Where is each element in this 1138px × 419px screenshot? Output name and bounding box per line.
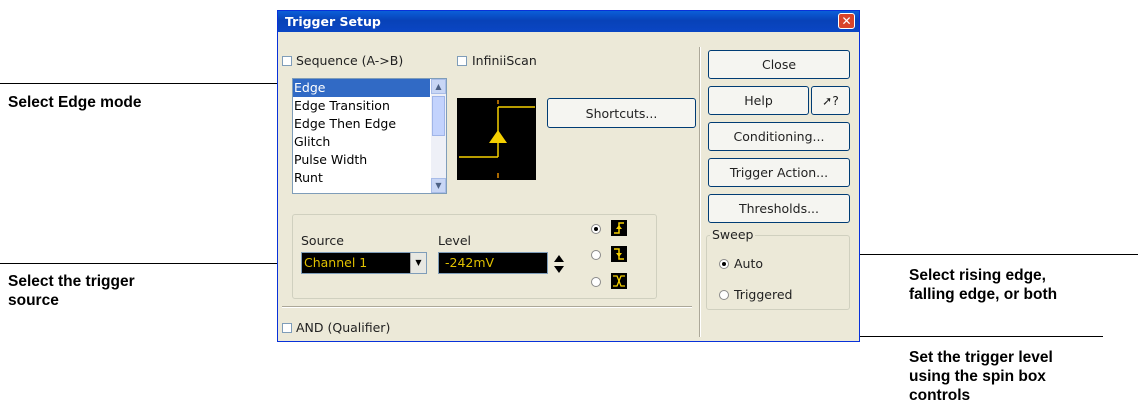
list-item-edge-transition[interactable]: Edge Transition: [293, 97, 430, 115]
rising-edge-icon: [611, 220, 627, 236]
trigger-setup-dialog: Trigger Setup ✕ Sequence (A->B) InfiniiS…: [277, 10, 860, 342]
scroll-down-icon[interactable]: ▼: [431, 178, 446, 193]
divider: [282, 306, 692, 308]
sweep-triggered-label: Triggered: [734, 287, 793, 302]
whats-this-button[interactable]: ➚?: [811, 86, 850, 115]
callout-level: Set the trigger level using the spin box…: [909, 348, 1053, 405]
rising-edge-radio[interactable]: [591, 224, 601, 234]
spin-down-icon[interactable]: [554, 266, 564, 273]
callout-edge-select: Select rising edge, falling edge, or bot…: [909, 266, 1057, 304]
either-edge-radio[interactable]: [591, 277, 601, 287]
sweep-label: Sweep: [710, 227, 756, 242]
title-bar: Trigger Setup ✕: [278, 11, 859, 32]
sweep-auto-radio[interactable]: [719, 259, 729, 269]
edge-trigger-preview: [457, 98, 536, 180]
help-button[interactable]: Help: [708, 86, 809, 115]
level-spin-control[interactable]: [552, 251, 566, 277]
level-input[interactable]: -242mV: [438, 252, 548, 274]
scroll-up-icon[interactable]: ▲: [431, 79, 446, 94]
either-edge-icon: [611, 273, 627, 289]
source-label: Source: [301, 233, 344, 248]
callout-level-line3: controls: [909, 387, 971, 404]
and-qualifier-checkbox[interactable]: [282, 323, 292, 333]
chevron-down-icon[interactable]: ▼: [410, 253, 426, 273]
shortcuts-button[interactable]: Shortcuts...: [547, 98, 696, 128]
and-qualifier-label: AND (Qualifier): [296, 320, 391, 335]
list-item-runt[interactable]: Runt: [293, 169, 430, 187]
callout-trigger-source: Select the trigger source: [8, 272, 135, 310]
infiniiscan-label: InfiniiScan: [472, 53, 537, 68]
callout-edge-select-line2: falling edge, or both: [909, 286, 1058, 303]
trigger-action-button[interactable]: Trigger Action...: [708, 158, 850, 187]
whats-this-label: ?: [832, 93, 839, 108]
leader-line-source: [0, 263, 300, 264]
callout-edge-mode: Select Edge mode: [8, 94, 142, 111]
trigger-mode-list[interactable]: Edge Edge Transition Edge Then Edge Glit…: [292, 78, 447, 194]
list-item-edge-then-edge[interactable]: Edge Then Edge: [293, 115, 430, 133]
level-value: -242mV: [445, 255, 495, 270]
sequence-checkbox[interactable]: [282, 56, 292, 66]
close-window-icon[interactable]: ✕: [838, 13, 855, 29]
sweep-auto-label: Auto: [734, 256, 764, 271]
list-scrollbar[interactable]: ▲ ▼: [431, 79, 446, 193]
pointer-help-icon: ➚: [822, 94, 833, 108]
callout-trigger-source-line1: Select the trigger: [8, 273, 135, 290]
sequence-label: Sequence (A->B): [296, 53, 404, 68]
column-divider: [699, 47, 701, 337]
rising-edge-waveform-icon: [459, 100, 535, 178]
callout-level-line2: using the spin box: [909, 368, 1046, 385]
scroll-thumb[interactable]: [432, 96, 445, 136]
list-item-glitch[interactable]: Glitch: [293, 133, 430, 151]
infiniiscan-checkbox[interactable]: [457, 56, 467, 66]
leader-line-edge-mode: [0, 83, 295, 84]
callout-edge-select-line1: Select rising edge,: [909, 267, 1046, 284]
list-item-edge[interactable]: Edge: [293, 79, 430, 97]
thresholds-button[interactable]: Thresholds...: [708, 194, 850, 223]
falling-edge-icon: [611, 246, 627, 262]
source-value: Channel 1: [304, 255, 368, 270]
callout-level-line1: Set the trigger level: [909, 349, 1053, 366]
level-label: Level: [438, 233, 471, 248]
falling-edge-radio[interactable]: [591, 250, 601, 260]
sweep-triggered-radio[interactable]: [719, 290, 729, 300]
close-button[interactable]: Close: [708, 50, 850, 79]
dialog-title: Trigger Setup: [285, 14, 381, 29]
callout-trigger-source-line2: source: [8, 292, 59, 309]
spin-up-icon[interactable]: [554, 255, 564, 262]
list-item-pulse-width[interactable]: Pulse Width: [293, 151, 430, 169]
conditioning-button[interactable]: Conditioning...: [708, 122, 850, 151]
source-select[interactable]: Channel 1 ▼: [301, 252, 427, 274]
